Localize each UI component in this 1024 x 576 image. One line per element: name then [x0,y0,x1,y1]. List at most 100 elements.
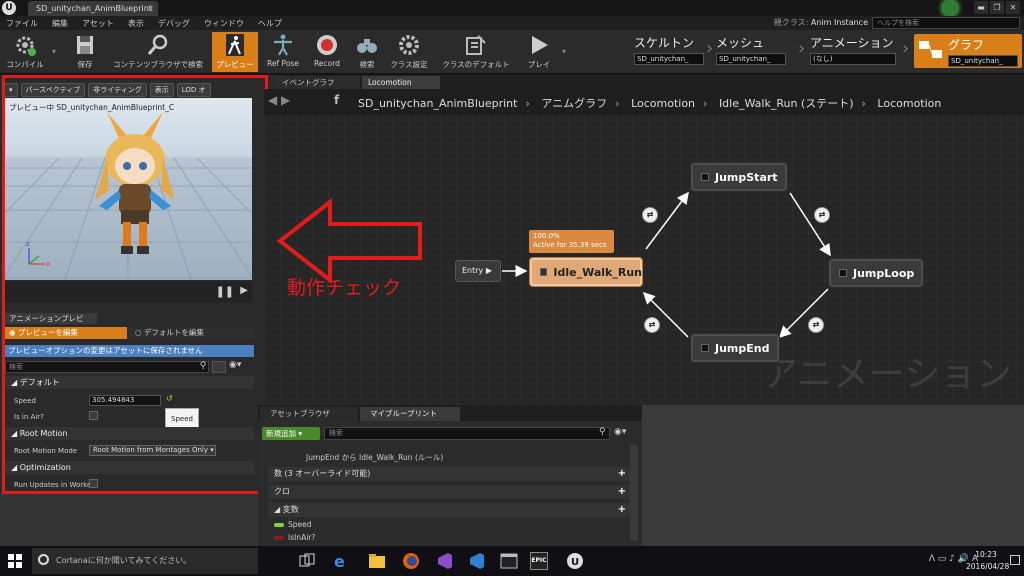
mode-animation-value: (なし) [810,53,896,65]
add-variable-icon[interactable]: + [618,504,626,516]
source-control-icon[interactable] [942,0,958,16]
play-button[interactable]: プレイ [516,32,562,72]
transition-rule-icon[interactable]: ⇄ [808,317,824,333]
scrollbar[interactable] [630,445,638,541]
tab-locomotion[interactable]: Locomotion [362,76,440,89]
transition-rule-icon[interactable]: ⇄ [644,317,660,333]
unlit-button[interactable]: 非ライティング [88,83,147,97]
search-icon[interactable]: ⚲ [599,427,606,437]
anim-preview-tab[interactable]: アニメーションプレビ [5,313,97,324]
category-root-motion[interactable]: ◢ Root Motion [5,427,254,440]
menu-file[interactable]: ファイル [6,18,38,29]
action-center-icon[interactable] [1010,555,1020,565]
pause-icon[interactable]: ❚❚ [216,285,234,298]
variable-item-is-in-air[interactable]: IsInAir? [268,531,632,544]
compile-dropdown-icon[interactable]: ▾ [50,36,58,68]
parent-class-value[interactable]: Anim Instance [811,18,868,27]
compile-button[interactable]: コンパイル [2,32,48,72]
clock[interactable]: 10:23 2016/04/28 [966,549,1009,573]
edge-browser-icon[interactable]: e [332,552,350,570]
windows-start-icon[interactable] [8,554,22,568]
category-optimization[interactable]: ◢ Optimization [5,461,254,474]
ref-pose-figure-icon [274,34,292,56]
list-item[interactable]: JumpEnd から Idle_Walk_Run (ルール) [268,451,632,464]
menu-asset[interactable]: アセット [82,18,114,29]
close-tab-icon[interactable]: × [147,1,154,16]
grid-view-icon[interactable] [212,361,226,373]
details-search-input[interactable]: 検索 [5,361,209,373]
mode-mesh[interactable]: メッシュ SD_unitychan_ [716,34,786,68]
preview-viewport[interactable]: プレビュー中 SD_unitychan_AnimBlueprint_C zx [5,98,252,280]
show-button[interactable]: 表示 [149,83,174,97]
is-in-air-checkbox[interactable] [89,411,98,420]
float-type-icon [274,523,284,527]
mode-skeleton[interactable]: スケルトン SD_unitychan_ [634,34,704,68]
state-machine-graph[interactable]: ◀ ▶ f SD_unitychan_AnimBlueprint › アニムグラフ… [264,89,1024,405]
reset-to-default-icon[interactable]: ↺ [166,394,173,403]
viewport-toolbar: ▾ パースペクティブ 非ライティング 表示 LOD オ [4,83,256,97]
ref-pose-button[interactable]: Ref Pose [260,32,306,72]
run-updates-checkbox[interactable] [89,479,98,488]
task-view-icon[interactable] [298,552,316,570]
speed-field[interactable]: 305.494843 [89,395,161,406]
document-tab[interactable]: SD_unitychan_AnimBlueprint × [28,1,158,16]
category-default[interactable]: ◢ デフォルト [5,376,254,389]
preview-label: プレビュー [216,60,254,69]
state-node-jump-end[interactable]: JumpEnd [690,333,780,363]
search-button[interactable]: 検索 [344,32,390,72]
mode-graph[interactable]: グラフ SD_unitychan_ [914,34,1022,68]
state-node-jump-start[interactable]: JumpStart [690,162,788,192]
play-dropdown-icon[interactable]: ▾ [560,36,568,68]
category-functions[interactable]: 数 (3 オーバーライド可能) + [268,467,630,481]
mode-animation[interactable]: アニメーション (なし) [810,34,896,68]
tab-asset-browser[interactable]: アセットブラウザ [260,407,358,421]
visual-studio-purple-icon[interactable] [436,552,454,570]
transition-rule-icon[interactable]: ⇄ [814,207,830,223]
class-defaults-button[interactable]: クラスのデフォルト [436,32,516,72]
class-settings-button[interactable]: クラス設定 [386,32,432,72]
category-macros[interactable]: クロ + [268,485,630,499]
maximize-icon[interactable]: ❐ [990,1,1004,14]
add-function-icon[interactable]: + [618,468,626,480]
edit-defaults-radio[interactable]: ○ デフォルトを編集 [127,327,254,339]
step-forward-icon[interactable]: ▶ [240,285,248,296]
variable-item-speed[interactable]: Speed [268,518,632,531]
save-button[interactable]: 保存 [62,32,108,72]
file-explorer-icon[interactable] [368,552,386,570]
eye-icon[interactable]: ◉▾ [614,427,626,437]
visual-studio-blue-icon[interactable] [468,552,486,570]
eye-icon[interactable]: ◉▾ [229,360,241,370]
unreal-editor-taskbar-icon[interactable]: U [566,552,584,570]
perspective-button[interactable]: パースペクティブ [20,83,86,97]
menu-debug[interactable]: デバッグ [158,18,190,29]
state-node-jump-loop[interactable]: JumpLoop [828,258,924,288]
lod-button[interactable]: LOD オ [176,83,211,97]
terminal-window-icon[interactable] [500,552,518,570]
add-macro-icon[interactable]: + [618,486,626,498]
tab-event-graph[interactable]: イベントグラフ [276,76,360,89]
help-search-input[interactable]: ヘルプを検索 [872,17,1020,29]
search-icon[interactable]: ⚲ [197,361,209,373]
category-variables[interactable]: ◢ 変数 + [268,503,630,517]
edit-preview-radio[interactable]: ◉ プレビューを編集 [5,327,127,339]
minimize-icon[interactable]: ▬ [974,1,988,14]
tab-my-blueprint[interactable]: マイブループリント [360,407,460,421]
epic-launcher-icon[interactable]: EPIC [530,552,548,570]
blueprint-search-input[interactable]: 検索 [324,427,610,440]
menu-help[interactable]: ヘルプ [258,18,282,29]
firefox-icon[interactable] [402,552,420,570]
menu-edit[interactable]: 編集 [52,18,68,29]
save-disk-icon [77,36,93,54]
root-motion-mode-select[interactable]: Root Motion from Montages Only ▾ [89,445,216,456]
viewport-options-dropdown[interactable]: ▾ [4,83,18,97]
state-node-idle-walk-run[interactable]: Idle_Walk_Run [529,257,643,287]
transition-rule-icon[interactable]: ⇄ [642,207,658,223]
menu-window[interactable]: ウィンドウ [204,18,244,29]
close-window-icon[interactable]: ✕ [1006,1,1020,14]
entry-node[interactable]: Entry ▶ [455,260,501,282]
menu-view[interactable]: 表示 [128,18,144,29]
add-new-button[interactable]: 新規追加 ▾ [262,427,320,440]
cortana-search-box[interactable]: Cortanaに何か聞いてみてください。 [32,548,258,574]
preview-button[interactable]: プレビュー [212,32,258,72]
find-in-content-browser-button[interactable]: コンテンツブラウザで検索 [108,32,208,72]
